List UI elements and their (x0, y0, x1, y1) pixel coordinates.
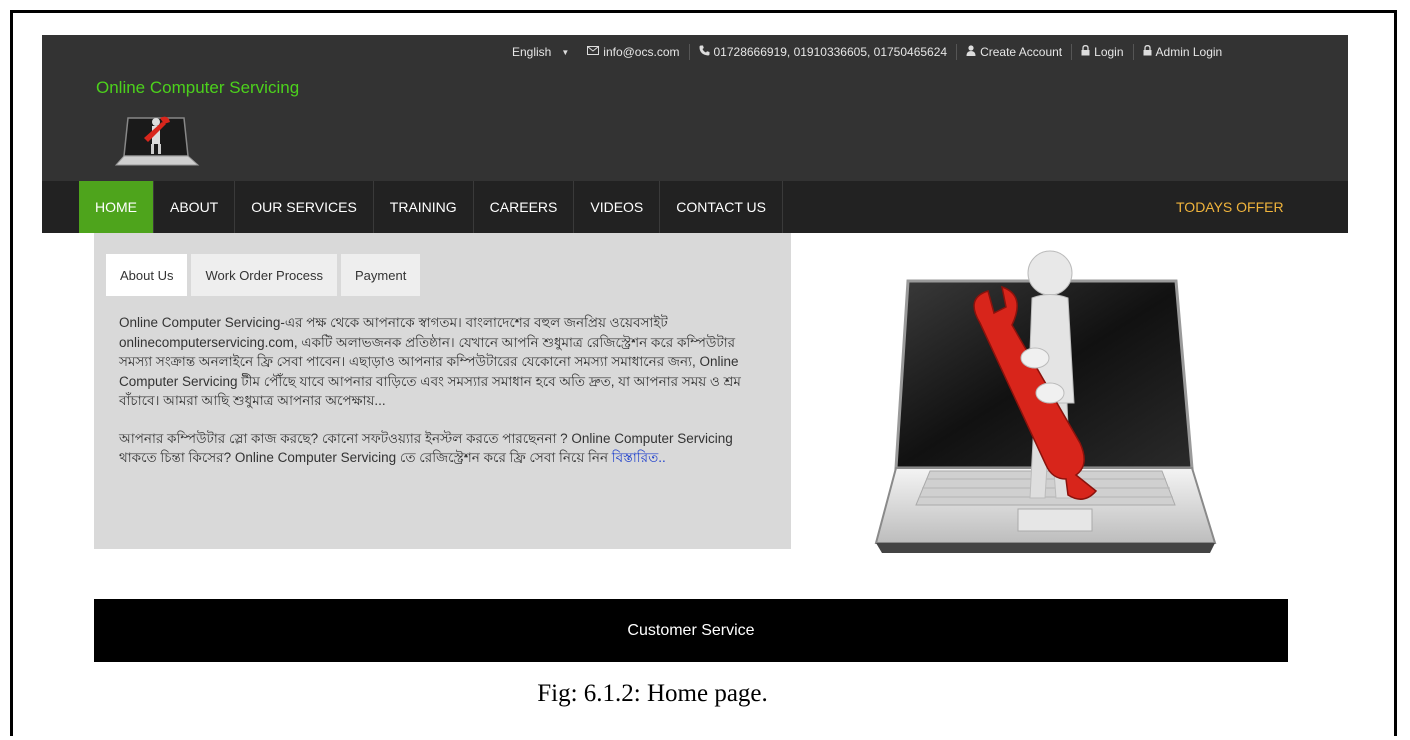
top-bar: English ▼ info@ocs.com 01728666919, 0191… (512, 44, 1231, 60)
lock-icon (1081, 45, 1090, 59)
envelope-icon (587, 46, 600, 58)
caret-down-icon: ▼ (561, 47, 570, 57)
nav-our-services[interactable]: OUR SERVICES (235, 181, 374, 233)
login-label: Login (1094, 45, 1124, 59)
nav-menu: HOME ABOUT OUR SERVICES TRAINING CAREERS… (79, 181, 783, 233)
email-link[interactable]: info@ocs.com (578, 45, 688, 59)
nav-careers[interactable]: CAREERS (474, 181, 575, 233)
nav-training[interactable]: TRAINING (374, 181, 474, 233)
about-paragraph-1: Online Computer Servicing-এর পক্ষ থেকে আ… (119, 315, 741, 408)
tab-bar: About Us Work Order Process Payment (106, 254, 421, 296)
todays-offer-link[interactable]: TODAYS OFFER (1176, 181, 1284, 233)
tab-work-order-process[interactable]: Work Order Process (191, 254, 337, 296)
language-selector[interactable]: English ▼ (512, 45, 578, 59)
nav-about[interactable]: ABOUT (154, 181, 236, 233)
phone-icon (699, 45, 710, 59)
lock-icon (1143, 45, 1152, 59)
about-content: Online Computer Servicing-এর পক্ষ থেকে আ… (119, 313, 767, 486)
details-link[interactable]: বিস্তারিত.. (612, 450, 666, 465)
login-link[interactable]: Login (1072, 45, 1132, 59)
tab-about-us[interactable]: About Us (106, 254, 188, 296)
create-account-label: Create Account (980, 45, 1063, 59)
language-label: English (512, 45, 552, 59)
user-icon (966, 45, 976, 59)
about-paragraph-2: আপনার কম্পিউটার স্লো কাজ করছে? কোনো সফটও… (119, 429, 767, 468)
customer-service-bar[interactable]: Customer Service (94, 599, 1288, 662)
admin-login-label: Admin Login (1155, 45, 1223, 59)
nav-home[interactable]: HOME (79, 181, 154, 233)
figure-caption: Fig: 6.1.2: Home page. (537, 680, 768, 707)
nav-contact-us[interactable]: CONTACT US (660, 181, 783, 233)
nav-videos[interactable]: VIDEOS (574, 181, 661, 233)
hero-laptop-wrench-image (870, 243, 1220, 558)
admin-login-link[interactable]: Admin Login (1134, 45, 1232, 59)
phone-text: 01728666919, 01910336605, 01750465624 (713, 45, 948, 59)
create-account-link[interactable]: Create Account (957, 45, 1071, 59)
logo-laptop-icon[interactable] (114, 110, 200, 168)
email-text: info@ocs.com (603, 45, 680, 59)
main-nav: HOME ABOUT OUR SERVICES TRAINING CAREERS… (42, 181, 1348, 233)
tab-payment[interactable]: Payment (341, 254, 421, 296)
phone-numbers: 01728666919, 01910336605, 01750465624 (690, 45, 957, 59)
site-title[interactable]: Online Computer Servicing (96, 78, 299, 98)
